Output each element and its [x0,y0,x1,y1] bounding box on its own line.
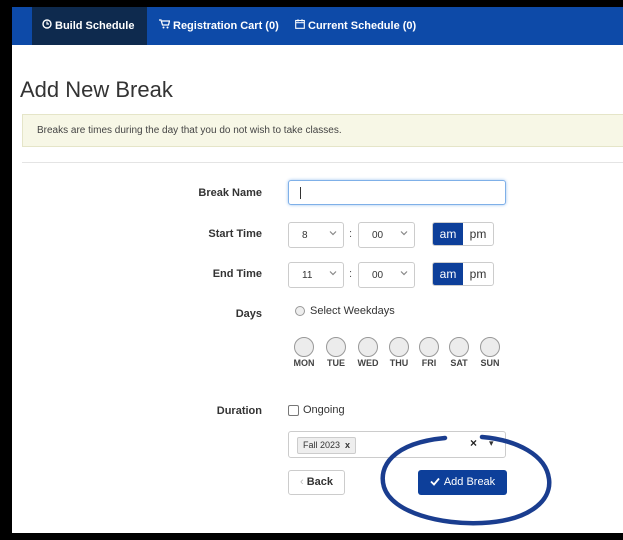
term-tag: Fall 2023 x [297,437,357,454]
day-label: FRI [421,358,437,368]
day-checkbox[interactable] [449,337,469,357]
day-checkbox[interactable] [389,337,409,357]
top-nav: Build Schedule Registration Cart (0) Cur… [12,7,623,45]
end-ampm-toggle: am pm [432,262,494,286]
tab-current-schedule[interactable]: Current Schedule (0) [295,7,416,45]
end-am-button[interactable]: am [433,263,463,285]
tab-build-schedule[interactable]: Build Schedule [32,7,147,45]
tab-label: Build Schedule [55,20,135,32]
term-tag-label: Fall 2023 [303,440,341,450]
day-sat[interactable]: SAT [446,337,472,368]
time-colon: : [349,228,353,240]
day-tue[interactable]: TUE [323,337,349,368]
day-label: SAT [450,358,468,368]
end-time-label: End Time [212,268,262,280]
day-checkbox[interactable] [419,337,439,357]
select-weekdays-label: Select Weekdays [310,305,395,317]
day-fri[interactable]: FRI [416,337,442,368]
end-hour-select[interactable]: 11 [288,262,344,288]
divider [22,162,623,163]
end-minute-value: 00 [372,270,384,281]
end-hour-value: 11 [302,270,313,281]
back-button-label: Back [306,476,333,488]
ongoing-checkbox[interactable] [288,404,299,416]
duration-label: Duration [216,405,262,417]
start-am-button[interactable]: am [433,223,463,245]
day-label: MON [293,358,315,368]
end-minute-select[interactable]: 00 [358,262,415,288]
chevron-down-icon [400,271,408,276]
chevron-down-icon [329,271,337,276]
add-break-label: Add Break [443,476,496,488]
text-caret [300,187,301,199]
day-checkbox[interactable] [294,337,314,357]
day-mon[interactable]: MON [291,337,317,368]
day-thu[interactable]: THU [386,337,412,368]
day-label: SUN [480,358,500,368]
tab-label: Registration Cart (0) [173,20,279,32]
day-label: THU [389,358,409,368]
start-minute-value: 00 [372,230,384,241]
info-alert: Breaks are times during the day that you… [22,114,623,147]
start-minute-select[interactable]: 00 [358,222,415,248]
break-name-input[interactable] [288,180,506,205]
page-title: Add New Break [20,77,173,102]
clear-icon[interactable]: × [470,436,477,450]
chevron-left-icon: ‹ [300,476,304,488]
select-weekdays-radio[interactable] [295,306,305,317]
add-break-button[interactable]: Add Break [418,470,507,495]
calendar-icon [295,7,305,45]
start-hour-value: 8 [302,230,308,241]
end-pm-button[interactable]: pm [463,263,493,285]
day-checkbox[interactable] [358,337,378,357]
cart-icon [159,7,171,45]
chevron-down-icon [400,231,408,236]
back-button[interactable]: ‹ Back [288,470,345,495]
term-multiselect[interactable]: Fall 2023 x × ▾ [288,431,506,458]
remove-tag-icon[interactable]: x [345,440,350,450]
chevron-down-icon [329,231,337,236]
break-name-label: Break Name [198,187,262,199]
day-label: WED [357,358,379,368]
ongoing-option[interactable]: Ongoing [288,404,345,416]
time-colon: : [349,268,353,280]
days-label: Days [235,308,262,320]
dropdown-caret-icon[interactable]: ▾ [489,438,494,449]
app-frame: Build Schedule Registration Cart (0) Cur… [12,7,623,533]
day-wed[interactable]: WED [355,337,381,368]
ongoing-label: Ongoing [303,404,345,416]
tab-label: Current Schedule (0) [308,20,417,32]
start-hour-select[interactable]: 8 [288,222,344,248]
tab-registration-cart[interactable]: Registration Cart (0) [159,7,279,45]
start-ampm-toggle: am pm [432,222,494,246]
clock-icon [42,7,52,45]
day-sun[interactable]: SUN [477,337,503,368]
start-time-label: Start Time [208,228,262,240]
check-icon [430,477,440,486]
day-checkbox[interactable] [480,337,500,357]
day-checkbox[interactable] [326,337,346,357]
day-label: TUE [327,358,345,368]
select-weekdays-option[interactable]: Select Weekdays [295,305,395,317]
start-pm-button[interactable]: pm [463,223,493,245]
